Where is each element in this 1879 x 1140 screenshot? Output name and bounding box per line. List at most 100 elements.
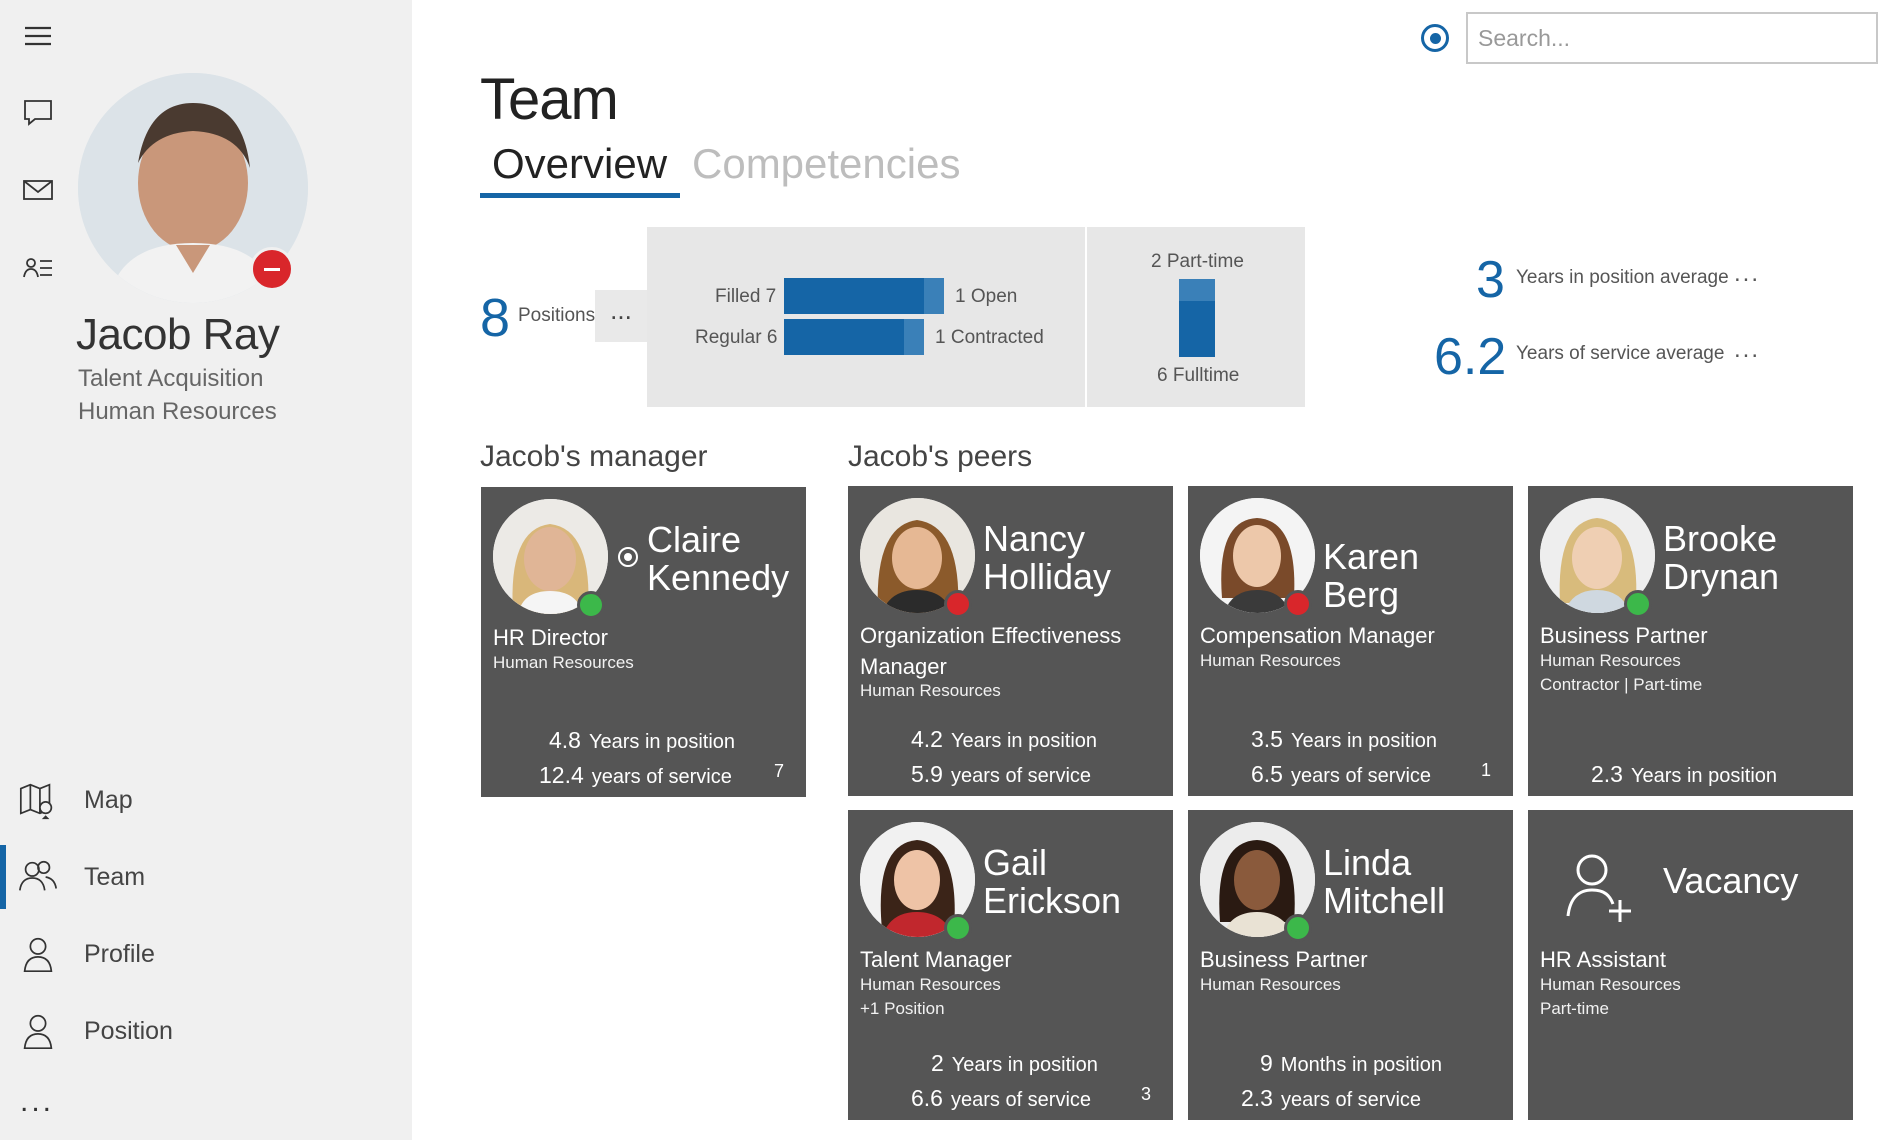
more-options-button[interactable]: ... <box>20 1085 54 1119</box>
positions-breakdown-panel: Filled 7 1 Open Regular 6 1 Contracted <box>647 227 1085 407</box>
available-status-icon <box>944 914 972 942</box>
nav-item-map[interactable]: Map <box>0 765 412 835</box>
peers-section-title: Jacob's peers <box>848 440 1033 473</box>
manager-count-badge: 7 <box>773 761 784 781</box>
peer-department: Human Resources <box>860 681 1001 700</box>
peer-department: Human Resources <box>860 975 1001 994</box>
peer-name: Karen Berg <box>1323 536 1420 615</box>
search-input[interactable] <box>1466 12 1878 64</box>
chat-icon[interactable] <box>20 94 56 130</box>
manager-department: Human Resources <box>493 653 634 672</box>
peer-department: Human Resources <box>1200 651 1341 670</box>
busy-status-icon <box>250 247 294 291</box>
hamburger-menu-icon[interactable] <box>20 18 56 54</box>
peer-title: Business Partner <box>1200 947 1368 972</box>
peer-name: Nancy Holliday <box>983 518 1112 597</box>
peer-count-badge: 1 <box>1480 760 1491 780</box>
nav-label-team: Team <box>84 862 146 891</box>
peer-title: Business Partner <box>1540 623 1708 648</box>
peer-years-of-service: 6.5 years of service <box>1251 761 1432 787</box>
vacancy-title: HR Assistant <box>1540 947 1666 972</box>
vacancy-label: Vacancy <box>1663 860 1799 901</box>
profile-name: Jacob Ray <box>76 310 280 359</box>
peer-years-in-position: 2.3 Years in position <box>1591 761 1778 787</box>
tab-competencies[interactable]: Competencies <box>692 140 960 188</box>
part-time-bar <box>1179 279 1215 301</box>
peer-card[interactable]: Gail Erickson Talent Manager Human Resou… <box>848 810 1173 1120</box>
avg-position-label: Years in position average <box>1516 267 1729 288</box>
positions-count: 8 <box>480 288 511 348</box>
contact-list-icon[interactable] <box>20 250 56 286</box>
nav-item-position[interactable]: Position <box>0 996 412 1066</box>
manager-years-in-position: 4.8 Years in position <box>549 727 736 753</box>
tab-overview[interactable]: Overview <box>492 140 667 188</box>
peer-card[interactable]: Karen Berg Compensation Manager Human Re… <box>1188 486 1513 796</box>
peer-years-of-service: 2.3 years of service <box>1241 1085 1422 1111</box>
main-content: Team Overview Competencies 8 Positions .… <box>412 0 1879 1140</box>
peer-name: Gail Erickson <box>983 842 1122 921</box>
regular-label: Regular 6 <box>695 327 778 348</box>
person-icon <box>16 932 60 976</box>
busy-status-icon <box>1284 590 1312 618</box>
nav-label-profile: Profile <box>84 939 155 968</box>
manager-card[interactable]: Claire Kennedy HR Director Human Resourc… <box>481 487 806 797</box>
nav-label-position: Position <box>84 1016 173 1045</box>
manager-name: Claire Kennedy <box>647 519 790 598</box>
avg-position-more-button[interactable]: ... <box>1734 260 1760 288</box>
profile-role: Talent Acquisition <box>78 365 264 392</box>
avg-position-value: 3 <box>1476 251 1505 309</box>
peer-years-in-position: 4.2 Years in position <box>911 726 1098 752</box>
peer-years-of-service: 6.6 years of service <box>911 1085 1092 1111</box>
vacancy-employment-type: Part-time <box>1540 999 1609 1018</box>
avg-service-value: 6.2 <box>1434 328 1507 386</box>
peer-years-in-position: 2 Years in position <box>931 1050 1098 1076</box>
positions-label: Positions <box>518 305 596 326</box>
peer-title: Talent Manager <box>860 947 1012 972</box>
map-icon <box>16 778 60 822</box>
full-time-label: 6 Fulltime <box>1157 365 1240 386</box>
peer-card[interactable]: Linda Mitchell Business Partner Human Re… <box>1188 810 1513 1120</box>
vacancy-card[interactable]: Vacancy HR Assistant Human Resources Par… <box>1528 810 1853 1120</box>
open-label: 1 Open <box>955 286 1018 307</box>
avg-service-more-button[interactable]: ... <box>1734 336 1760 364</box>
person-icon <box>16 1009 60 1053</box>
peer-count-badge: 3 <box>1140 1084 1151 1104</box>
manager-title: HR Director <box>493 625 608 650</box>
avg-service-label: Years of service average <box>1516 343 1725 364</box>
peer-card[interactable]: Brooke Drynan Business Partner Human Res… <box>1528 486 1853 796</box>
filled-label: Filled 7 <box>715 286 777 307</box>
peer-department: Human Resources <box>1540 651 1681 670</box>
positions-more-button[interactable]: ... <box>595 290 647 342</box>
busy-status-icon <box>944 590 972 618</box>
nav-item-team[interactable]: Team <box>0 842 412 912</box>
full-time-bar <box>1179 301 1215 357</box>
vacancy-department: Human Resources <box>1540 975 1681 994</box>
peer-card[interactable]: Nancy Holliday Organization Effectivenes… <box>848 486 1173 796</box>
contracted-label: 1 Contracted <box>935 327 1044 348</box>
peer-department: Human Resources <box>1200 975 1341 994</box>
peer-years-of-service: 5.9 years of service <box>911 761 1092 787</box>
profile-department: Human Resources <box>78 398 277 425</box>
filled-bar <box>784 278 924 314</box>
peer-employment-type: Contractor | Part-time <box>1540 675 1703 694</box>
mail-icon[interactable] <box>20 172 56 208</box>
add-person-icon <box>1562 846 1642 926</box>
peer-title: Organization Effectiveness Manager <box>860 623 1122 679</box>
nav-item-profile[interactable]: Profile <box>0 919 412 989</box>
manager-years-of-service: 12.4 years of service <box>539 762 732 788</box>
page-title: Team <box>480 67 619 132</box>
available-status-icon <box>1624 590 1652 618</box>
peer-name: Brooke Drynan <box>1663 518 1780 597</box>
peer-extra-position: +1 Position <box>860 999 945 1018</box>
nav-label-map: Map <box>84 785 133 814</box>
peer-months-in-position: 9 Months in position <box>1260 1050 1442 1076</box>
sidebar: Jacob Ray Talent Acquisition Human Resou… <box>0 0 412 1140</box>
team-icon <box>16 855 60 899</box>
available-status-icon <box>1284 914 1312 942</box>
peer-title: Compensation Manager <box>1200 623 1435 648</box>
regular-bar <box>784 319 904 355</box>
available-status-icon <box>577 591 605 619</box>
location-toggle-icon[interactable] <box>1421 24 1449 52</box>
part-time-label: 2 Part-time <box>1151 251 1244 272</box>
manager-section-title: Jacob's manager <box>480 440 708 473</box>
